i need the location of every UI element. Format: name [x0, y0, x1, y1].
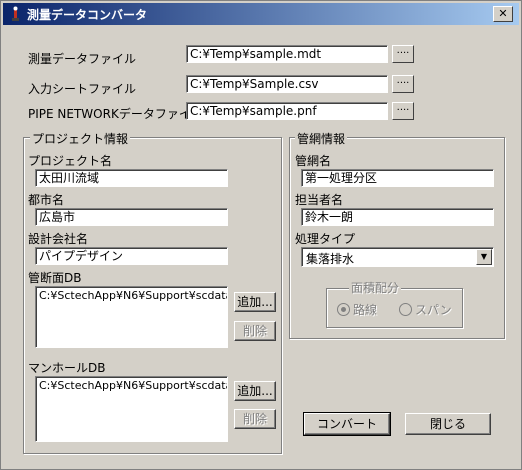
project-name-field[interactable]: 太田川流域	[35, 169, 228, 187]
radio-route[interactable]: 路線	[337, 301, 377, 318]
input-sheet-browse-button[interactable]: ....	[392, 75, 414, 93]
network-name-label: 管網名	[295, 154, 332, 168]
manhole-db-delete-button[interactable]: 削除	[234, 409, 276, 429]
close-window-button[interactable]: ✕	[493, 6, 513, 22]
window-title: 測量データコンバータ	[27, 8, 148, 22]
project-info-title: プロジェクト情報	[30, 130, 131, 147]
pipe-db-label: 管断面DB	[28, 271, 82, 285]
radio-span-label: スパン	[415, 303, 452, 317]
close-button[interactable]: 閉じる	[405, 413, 491, 435]
radio-route-label: 路線	[353, 303, 378, 317]
radio-span[interactable]: スパン	[399, 301, 452, 318]
chevron-down-icon[interactable]: ▼	[476, 249, 492, 265]
manhole-db-list[interactable]: C:¥SctechApp¥N6¥Support¥scdata_m	[35, 376, 228, 442]
process-type-select[interactable]: 集落排水 ▼	[301, 247, 494, 267]
input-sheet-label: 入力シートファイル	[28, 82, 137, 96]
network-name-field[interactable]: 第一処理分区	[301, 169, 494, 187]
person-in-charge-field[interactable]: 鈴木一朗	[301, 208, 494, 226]
pipe-db-list[interactable]: C:¥SctechApp¥N6¥Support¥scdata_de	[35, 286, 228, 348]
city-name-field[interactable]: 広島市	[35, 208, 228, 226]
pipe-network-label: PIPE NETWORKデータファイル	[28, 107, 203, 121]
pipe-db-delete-button[interactable]: 削除	[234, 321, 276, 341]
pipe-network-field[interactable]: C:¥Temp¥sample.pnf	[186, 102, 388, 120]
radio-unselected-icon	[399, 303, 412, 316]
convert-button[interactable]: コンバート	[303, 412, 391, 436]
radio-selected-icon	[337, 303, 350, 316]
company-name-field[interactable]: パイプデザイン	[35, 247, 228, 265]
survey-browse-button[interactable]: ....	[392, 45, 414, 63]
network-info-title: 管網情報	[295, 130, 348, 147]
list-item[interactable]: C:¥SctechApp¥N6¥Support¥scdata_m	[39, 379, 227, 392]
manhole-db-add-button[interactable]: 追加...	[234, 381, 276, 401]
title-bar[interactable]: 測量データコンバータ ✕	[3, 3, 519, 25]
process-type-value: 集落排水	[306, 252, 355, 266]
converter-window: 測量データコンバータ ✕ 測量データファイル C:¥Temp¥sample.md…	[0, 0, 522, 470]
survey-file-label: 測量データファイル	[28, 52, 137, 66]
area-distribution-title: 面積配分	[349, 279, 402, 296]
survey-file-field[interactable]: C:¥Temp¥sample.mdt	[186, 45, 388, 63]
manhole-db-label: マンホールDB	[28, 361, 106, 375]
project-name-label: プロジェクト名	[28, 154, 113, 168]
city-name-label: 都市名	[28, 193, 65, 207]
process-type-label: 処理タイプ	[295, 232, 356, 246]
list-item[interactable]: C:¥SctechApp¥N6¥Support¥scdata_de	[39, 289, 227, 302]
app-icon	[12, 6, 19, 21]
pipe-db-add-button[interactable]: 追加...	[234, 292, 276, 312]
pipe-network-browse-button[interactable]: ....	[392, 102, 414, 120]
input-sheet-field[interactable]: C:¥Temp¥Sample.csv	[186, 75, 388, 93]
company-name-label: 設計会社名	[28, 232, 89, 246]
person-in-charge-label: 担当者名	[295, 193, 344, 207]
